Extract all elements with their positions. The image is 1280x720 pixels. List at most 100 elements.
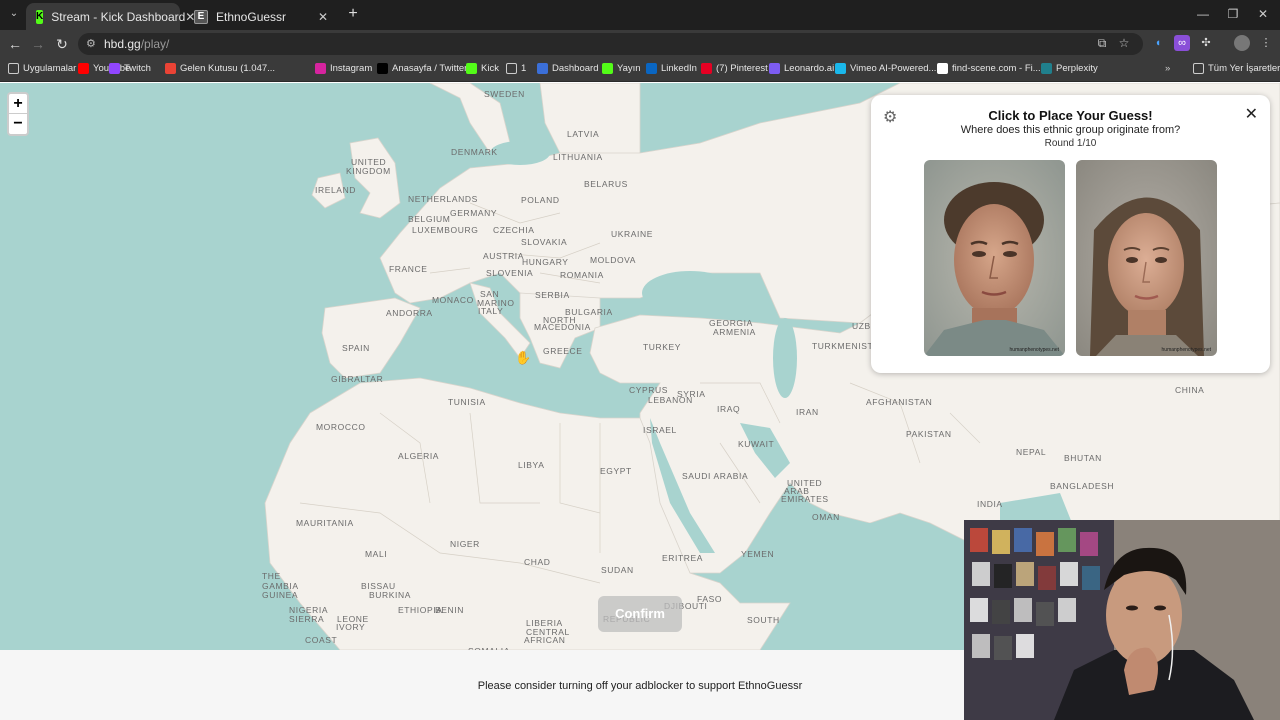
maximize-icon[interactable]: ❐ bbox=[1218, 0, 1248, 30]
gmail-icon bbox=[165, 63, 176, 74]
country-label: BELARUS bbox=[584, 179, 628, 189]
country-label: HUNGARY bbox=[522, 257, 569, 267]
country-label: BHUTAN bbox=[1064, 453, 1102, 463]
tab-ethnoguessr[interactable]: E EthnoGuessr ✕ bbox=[184, 3, 340, 30]
country-label: IRAQ bbox=[717, 404, 741, 414]
country-label: UKRAINE bbox=[611, 229, 653, 239]
country-label: AFGHANISTAN bbox=[866, 397, 933, 407]
confirm-button[interactable]: Confirm bbox=[598, 596, 682, 632]
country-label: EMIRATES bbox=[781, 494, 829, 504]
translate-icon[interactable]: ⧉ bbox=[1094, 36, 1110, 51]
bookmarks-bar: » Tüm Yer İşaretleri UygulamalarYouTubeT… bbox=[0, 58, 1280, 82]
bookmark-label: LinkedIn bbox=[661, 63, 697, 74]
country-label: KUWAIT bbox=[738, 439, 775, 449]
findscene-icon bbox=[937, 63, 948, 74]
country-label: TUNISIA bbox=[448, 397, 486, 407]
country-label: BANGLADESH bbox=[1050, 481, 1115, 491]
country-label: IVORY bbox=[336, 622, 366, 632]
bookmark-item[interactable]: Perplexity bbox=[1041, 63, 1098, 74]
bookmark-item[interactable]: Anasayfa / Twitter bbox=[377, 63, 467, 74]
country-label: CHINA bbox=[1175, 385, 1205, 395]
bookmark-label: Perplexity bbox=[1056, 63, 1098, 74]
menu-dots-icon[interactable]: ⋮ bbox=[1258, 35, 1274, 51]
dashboard-icon bbox=[537, 63, 548, 74]
bookmark-label: Yayın bbox=[617, 63, 641, 74]
more-bookmarks-chevron-icon[interactable]: » bbox=[1165, 63, 1170, 74]
country-label: LEBANON bbox=[648, 395, 693, 405]
zoom-in-button[interactable]: + bbox=[9, 94, 27, 114]
tab-kick-dashboard[interactable]: K Stream - Kick Dashboard ✕ bbox=[26, 3, 195, 30]
forward-arrow-icon[interactable]: → bbox=[29, 35, 47, 53]
country-label: KINGDOM bbox=[346, 166, 391, 176]
extension-mask-icon[interactable]: ∞ bbox=[1174, 35, 1190, 51]
kick-icon bbox=[466, 63, 477, 74]
bookmark-label: Instagram bbox=[330, 63, 373, 74]
bookmark-item[interactable]: Yayın bbox=[602, 63, 641, 74]
bookmark-item[interactable]: Kick bbox=[466, 63, 499, 74]
country-label: ALGERIA bbox=[398, 451, 440, 461]
country-label: LUXEMBOURG bbox=[412, 225, 479, 235]
extensions-puzzle-icon[interactable]: ✣ bbox=[1198, 35, 1214, 51]
tab-title: EthnoGuessr bbox=[216, 9, 287, 24]
x-icon bbox=[377, 63, 388, 74]
zoom-out-button[interactable]: − bbox=[9, 114, 27, 134]
country-label: TURKEY bbox=[643, 342, 682, 352]
bookmark-item[interactable]: Dashboard bbox=[537, 63, 598, 74]
bookmark-item[interactable]: Leonardo.ai bbox=[769, 63, 834, 74]
tab-strip: ⌄ K Stream - Kick Dashboard ✕ E EthnoGue… bbox=[0, 0, 1280, 30]
extension-audio-icon[interactable]: ◖ bbox=[1150, 35, 1166, 51]
round-counter: Round 1/10 bbox=[1044, 138, 1097, 149]
bookmark-label: Leonardo.ai bbox=[784, 63, 835, 74]
female-face-photo: humanphenotypes.net bbox=[1076, 160, 1217, 356]
bookmark-label: Uygulamalar bbox=[23, 63, 77, 74]
bookmark-item[interactable]: Instagram bbox=[315, 63, 372, 74]
country-label: ARMENIA bbox=[713, 327, 756, 337]
country-label: NIGER bbox=[450, 539, 480, 549]
bookmark-item[interactable]: LinkedIn bbox=[646, 63, 697, 74]
webcam-overlay bbox=[964, 520, 1280, 720]
country-label: MONACO bbox=[432, 295, 474, 305]
country-label: ITALY bbox=[478, 306, 504, 316]
close-window-icon[interactable]: ✕ bbox=[1248, 0, 1278, 30]
perplexity-icon bbox=[1041, 63, 1052, 74]
site-info-icon[interactable]: ⚙ bbox=[86, 37, 96, 50]
bookmark-item[interactable]: Twitch bbox=[109, 63, 151, 74]
country-label: LITHUANIA bbox=[553, 152, 603, 162]
bookmark-item[interactable]: Uygulamalar bbox=[8, 63, 76, 74]
country-label: AFRICAN bbox=[524, 635, 566, 645]
country-label: POLAND bbox=[521, 195, 560, 205]
country-label: FRANCE bbox=[389, 264, 428, 274]
back-arrow-icon[interactable]: ← bbox=[6, 35, 24, 53]
bookmark-item[interactable]: Vimeo AI-Powered... bbox=[835, 63, 936, 74]
browser-toolbar: ← → ↻ ⚙ hbd.gg/play/ ⧉ ☆ ◖ ∞ ✣ ⋮ bbox=[0, 30, 1280, 58]
country-label: GREECE bbox=[543, 346, 583, 356]
bookmark-star-icon[interactable]: ☆ bbox=[1116, 36, 1132, 50]
new-tab-button[interactable]: + bbox=[344, 5, 362, 23]
country-label: EGYPT bbox=[600, 466, 632, 476]
bookmark-item[interactable]: Gelen Kutusu (1.047... bbox=[165, 63, 275, 74]
country-label: SPAIN bbox=[342, 343, 370, 353]
country-label: DENMARK bbox=[451, 147, 498, 157]
address-bar[interactable]: ⚙ hbd.gg/play/ ⧉ ☆ bbox=[78, 33, 1143, 55]
kick-icon bbox=[602, 63, 613, 74]
bookmark-item[interactable]: find-scene.com - Fi... bbox=[937, 63, 1041, 74]
bookmark-label: Kick bbox=[481, 63, 499, 74]
bookmark-item[interactable]: (7) Pinterest bbox=[701, 63, 768, 74]
bookmark-label: Anasayfa / Twitter bbox=[392, 63, 468, 74]
country-label: MACEDONIA bbox=[534, 322, 591, 332]
minimize-icon[interactable]: — bbox=[1188, 0, 1218, 30]
country-label: SWEDEN bbox=[484, 89, 525, 99]
all-bookmarks[interactable]: Tüm Yer İşaretleri bbox=[1193, 63, 1280, 74]
profile-avatar[interactable] bbox=[1234, 35, 1250, 51]
country-label: MALI bbox=[365, 549, 388, 559]
tab-search-chevron-icon[interactable]: ⌄ bbox=[6, 6, 22, 22]
photo-watermark: humanphenotypes.net bbox=[1009, 347, 1059, 353]
country-label: GERMANY bbox=[450, 208, 498, 218]
country-label: SOUTH bbox=[747, 615, 780, 625]
reload-icon[interactable]: ↻ bbox=[53, 35, 71, 53]
country-label: MOROCCO bbox=[316, 422, 366, 432]
bookmark-item[interactable]: 1 bbox=[506, 63, 526, 74]
webcam-video bbox=[964, 520, 1280, 720]
zoom-control: + − bbox=[7, 92, 29, 136]
close-tab-icon[interactable]: ✕ bbox=[316, 10, 330, 24]
